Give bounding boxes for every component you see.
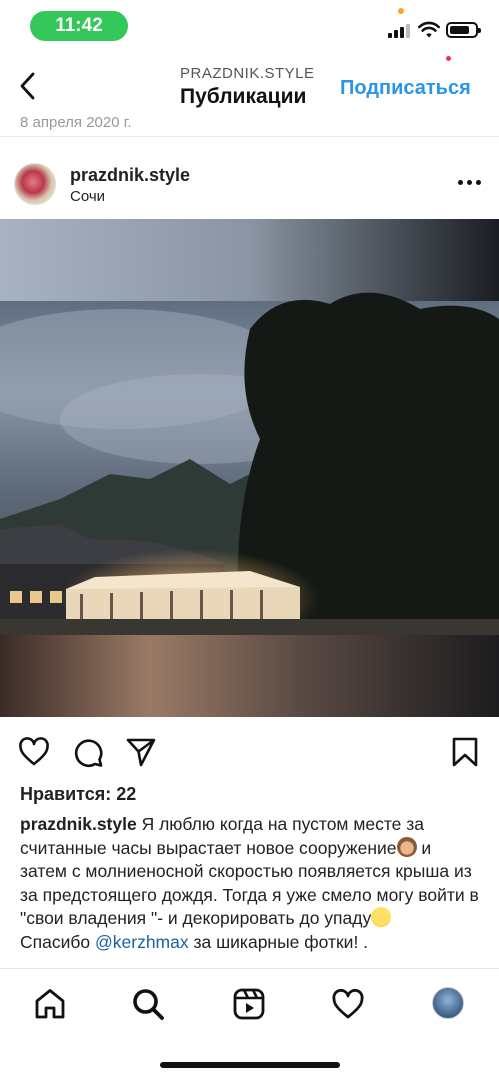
home-icon[interactable]	[33, 987, 67, 1021]
battery-icon	[446, 22, 481, 38]
heart-icon[interactable]	[18, 736, 50, 768]
post-actions	[0, 730, 499, 774]
page-title: Публикации	[180, 85, 307, 108]
home-indicator[interactable]	[160, 1062, 340, 1068]
cellular-signal-icon	[388, 24, 412, 38]
ellipsis-icon[interactable]	[456, 178, 482, 188]
post-caption: prazdnik.style Я люблю когда на пустом м…	[20, 813, 480, 954]
previous-post-date: 8 апреля 2020 г.	[20, 114, 132, 131]
see-no-evil-monkey-emoji-icon	[396, 836, 417, 857]
wifi-icon	[418, 21, 440, 38]
reels-icon[interactable]	[232, 987, 266, 1021]
comment-icon[interactable]	[72, 736, 104, 768]
caption-thanks-prefix: Спасибо	[20, 931, 95, 952]
notification-dot	[446, 56, 451, 61]
status-time[interactable]: 11:42	[30, 11, 128, 41]
search-icon[interactable]	[131, 987, 165, 1021]
post-username[interactable]: prazdnik.style	[70, 165, 190, 186]
post-photo-image	[0, 219, 499, 717]
caption-thanks-suffix: за шикарные фотки! .	[188, 931, 369, 952]
likes-count[interactable]: Нравится: 22	[20, 784, 136, 805]
post-photo[interactable]	[0, 219, 499, 717]
caption-mention-link[interactable]: @kerzhmax	[95, 932, 189, 952]
chevron-left-icon[interactable]	[14, 66, 44, 106]
profile-avatar[interactable]	[432, 987, 464, 1019]
post-author-avatar[interactable]	[14, 163, 56, 205]
post-location[interactable]: Сочи	[70, 188, 105, 205]
winking-face-emoji-icon	[371, 907, 392, 927]
activity-heart-icon[interactable]	[331, 987, 365, 1021]
send-icon[interactable]	[125, 736, 157, 768]
divider	[0, 136, 499, 137]
status-bar: 11:42	[0, 0, 499, 52]
battery-level-fill	[450, 26, 469, 34]
bookmark-icon[interactable]	[449, 736, 481, 768]
privacy-indicator-dot	[398, 8, 404, 14]
follow-button[interactable]: Подписаться	[340, 77, 471, 100]
header-account-name: PRAZDNIK.STYLE	[180, 65, 315, 82]
navigation-header: PRAZDNIK.STYLE Публикации Подписаться	[0, 52, 499, 118]
caption-username[interactable]: prazdnik.style	[20, 814, 137, 834]
